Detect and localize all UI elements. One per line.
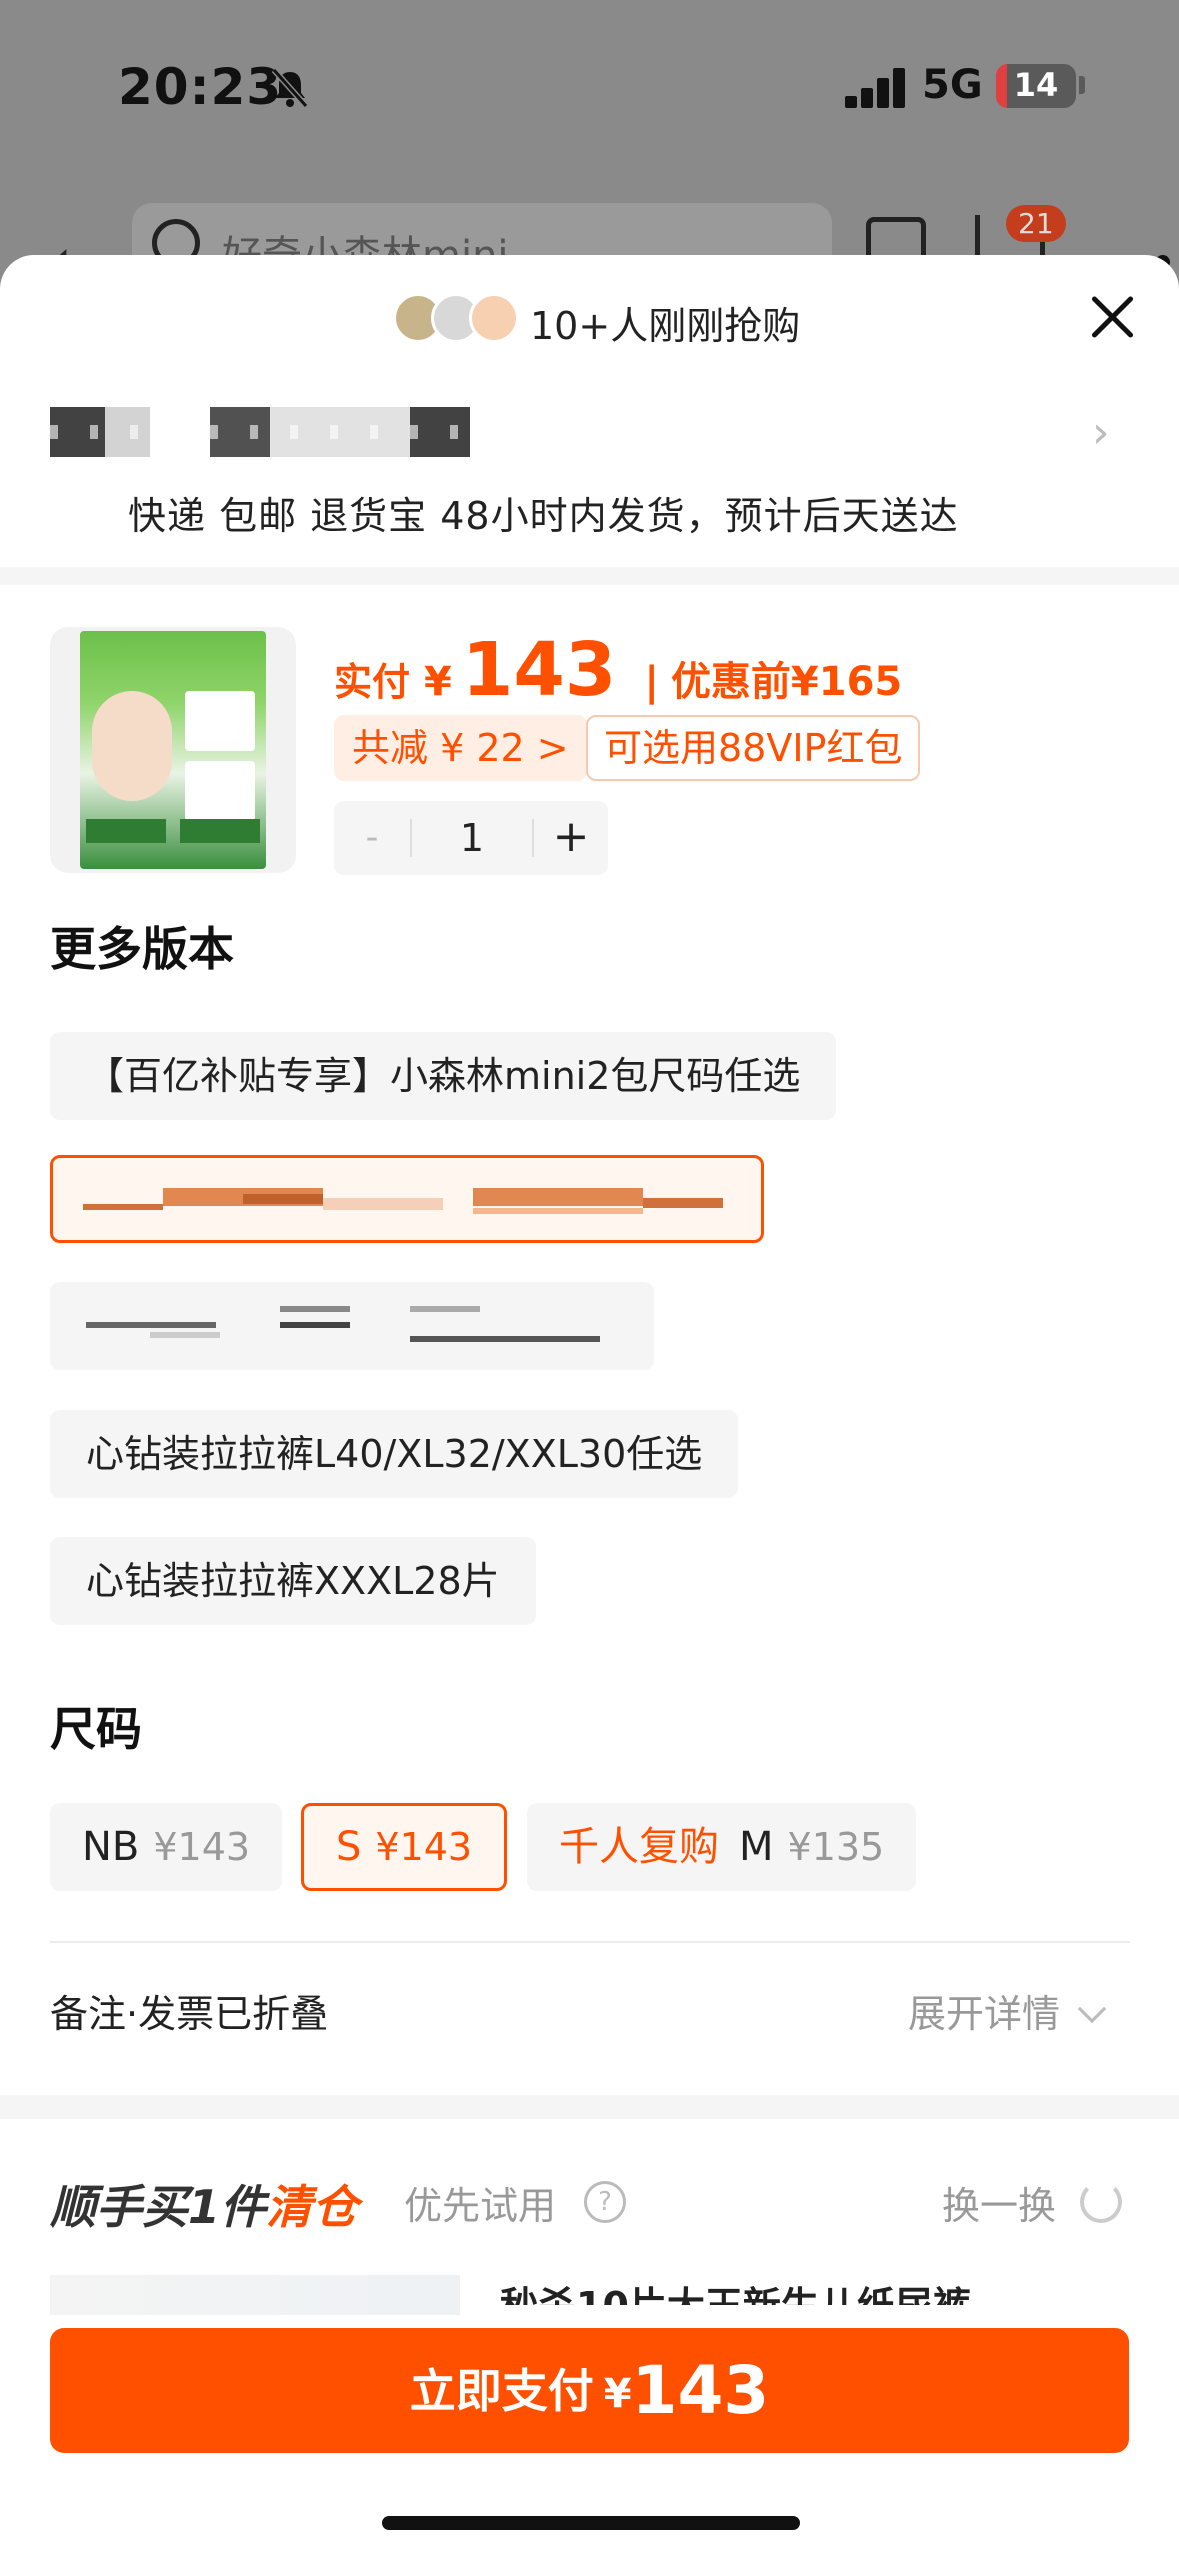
- version-option[interactable]: 心钻装拉拉裤XXXL28片: [50, 1537, 536, 1625]
- avatar: [469, 293, 519, 343]
- swap-button[interactable]: 换一换: [942, 2175, 1056, 2230]
- size-option-m[interactable]: 千人复购 M ¥135: [527, 1803, 917, 1891]
- address-redacted: [50, 407, 480, 457]
- size-label: NB: [82, 1824, 140, 1870]
- size-option-nb[interactable]: NB ¥143: [50, 1803, 283, 1891]
- size-price: ¥143: [375, 1825, 473, 1869]
- battery-icon: 14: [996, 64, 1076, 108]
- pay-now-button[interactable]: 立即支付 ¥143: [50, 2328, 1129, 2453]
- expand-details-button[interactable]: 展开详情: [908, 1983, 1107, 2038]
- close-icon[interactable]: [1082, 287, 1142, 347]
- address-section[interactable]: › 快递 包邮 退货宝 48小时内发货，预计后天送达: [0, 385, 1179, 560]
- battery-tip: [1079, 76, 1085, 94]
- network-type: 5G: [922, 62, 983, 108]
- bell-muted-icon: [271, 68, 309, 108]
- pay-amount: 143: [461, 627, 617, 713]
- addon-product-image[interactable]: [50, 2275, 460, 2315]
- refresh-icon[interactable]: [1080, 2181, 1122, 2223]
- product-image[interactable]: [50, 627, 296, 873]
- help-icon[interactable]: ?: [584, 2181, 626, 2223]
- size-label: S: [336, 1824, 362, 1870]
- original-price: 优惠前¥165: [670, 659, 903, 705]
- notes-label: 备注·发票已折叠: [50, 1992, 329, 2036]
- version-option[interactable]: [50, 1282, 654, 1370]
- pay-button-amount: 143: [631, 2352, 770, 2429]
- version-label-redacted: [50, 1282, 654, 1370]
- version-option-selected[interactable]: [50, 1155, 764, 1243]
- product-package-graphic: [80, 631, 266, 869]
- buyer-avatars: [393, 293, 523, 347]
- quantity-value[interactable]: 1: [412, 801, 532, 875]
- currency-symbol: ¥: [424, 659, 452, 705]
- delivery-info: 快递 包邮 退货宝 48小时内发货，预计后天送达: [128, 494, 959, 538]
- size-option-s[interactable]: S ¥143: [301, 1803, 508, 1891]
- size-price: ¥135: [787, 1825, 885, 1869]
- status-bar: 20:23 5G 14: [0, 0, 1179, 170]
- addon-title-highlight: 清仓: [266, 2180, 359, 2234]
- size-title: 尺码: [50, 1702, 142, 1756]
- version-option[interactable]: 【百亿补贴专享】小森林mini2包尺码任选: [50, 1032, 837, 1120]
- price-row: 实付 ¥ 143 | 优惠前¥165: [334, 627, 903, 713]
- cart-badge: 21: [1006, 205, 1066, 242]
- pay-button-yen: ¥: [603, 2371, 632, 2417]
- version-label-redacted: [53, 1158, 761, 1240]
- chevron-down-icon: [1077, 1994, 1107, 2024]
- status-time: 20:23: [118, 58, 283, 116]
- vip-redpacket-chip[interactable]: 可选用88VIP红包: [586, 715, 921, 781]
- section-divider: [0, 2095, 1179, 2119]
- version-option[interactable]: 心钻装拉拉裤L40/XL32/XXL30任选: [50, 1410, 739, 1498]
- quantity-stepper: - 1 +: [334, 801, 608, 875]
- addon-title-main: 顺手买1件: [50, 2180, 267, 2234]
- increase-button[interactable]: +: [534, 801, 608, 875]
- chevron-right-icon: ›: [1092, 407, 1110, 458]
- purchase-sheet: 10+人刚刚抢购 › 快递 包邮 退货宝 48小时内发货，预计后天送达 实付 ¥…: [0, 255, 1179, 2556]
- repurchase-tag: 千人复购: [559, 1824, 719, 1870]
- pay-label: 实付: [334, 660, 411, 704]
- expand-label: 展开详情: [908, 1992, 1061, 2036]
- versions-title: 更多版本: [50, 922, 234, 976]
- size-label: M: [739, 1824, 774, 1870]
- divider: [50, 1941, 1130, 1943]
- decrease-button[interactable]: -: [334, 801, 410, 875]
- price-separator: |: [644, 659, 659, 705]
- addon-product-title[interactable]: 秒杀10片大王新生儿纸尿裤: [500, 2275, 971, 2305]
- addon-subtitle: 优先试用: [404, 2184, 557, 2228]
- discount-chip[interactable]: 共减 ¥ 22 >: [334, 715, 587, 781]
- section-divider: [0, 567, 1179, 585]
- cellular-signal-icon: [845, 68, 907, 108]
- pay-button-label: 立即支付: [409, 2364, 594, 2418]
- battery-percent: 14: [1013, 66, 1059, 104]
- home-indicator: [382, 2516, 800, 2530]
- addon-title: 顺手买1件清仓: [50, 2171, 358, 2237]
- size-price: ¥143: [153, 1825, 251, 1869]
- sheet-header: 10+人刚刚抢购: [0, 255, 1179, 385]
- recent-buyers-text: 10+人刚刚抢购: [530, 304, 801, 348]
